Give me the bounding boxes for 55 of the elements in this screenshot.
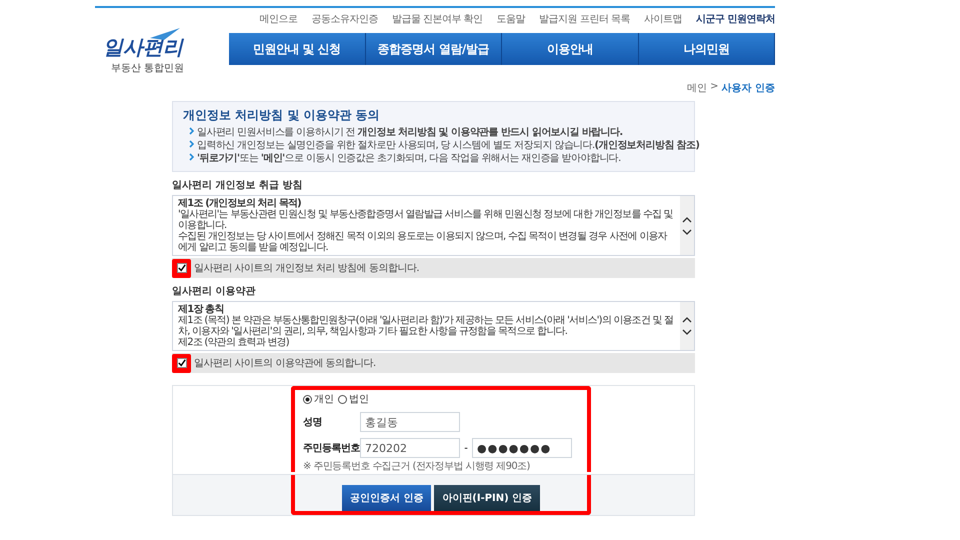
terms-text: 수집된 개인정보는 당 사이트에서 정해진 목적 이외의 용도로는 이용되지 않으며, 수집 목적이 변경될 경우 사전에 이용자에게 알리고 동의를 받을 예정입니다.	[178, 231, 668, 253]
section-title: 일사편리 개인정보 취급 방침	[172, 179, 304, 192]
name-field[interactable]: 홍길동	[360, 412, 460, 432]
auth-button[interactable]: 아이핀(I-PIN) 인증	[434, 485, 540, 511]
id-number-field[interactable]: 720202	[360, 438, 460, 458]
section-title: 일사편리 이용약관	[172, 285, 256, 298]
paper-plane-icon	[150, 28, 180, 40]
nav-tab[interactable]: 이용안내	[502, 33, 638, 65]
utility-link[interactable]: 사이트맵	[644, 12, 682, 26]
field-label: 주민등록번호	[303, 442, 360, 455]
nav-tab[interactable]: 민원안내 및 신청	[229, 33, 366, 65]
terms-text-box[interactable]: 제1조 (개인정보의 처리 목적) '일사편리'는 부동산관련 민원신청 및 부동산종합증명서 열람발급 서비스를 위해 민원신청 정보에 대한 개인정보를 수집 및 이용합니다. 수집된 개인정보는 당 사이트에서 정해진 목적 이외의 용도로는 이용되지 않으며, 수집 목적이 변경될 경우 사전에 이용자에게 알리고 동의를 받을 예정입니다.	[172, 195, 695, 256]
terms-text-box[interactable]: 제1장 총칙 제1조 (목적) 본 약관은 부동산통합민원창구(아래 '일사편리라 함)'가 제공하는 모든 서비스(아래 '서비스')의 이용조건 및 절차, 이용자와 '일사편리'의 권리, 의무, 책임사항과 기타 필요한 사항을 규정함을 목적으로 합니다. 제2조 (약관의 효력과 변경)	[172, 301, 695, 351]
terms-text: '일사편리'는 부동산관련 민원신청 및 부동산종합증명서 열람발급 서비스를 위해 민원신청 정보에 대한 개인정보를 수집 및 이용합니다.	[178, 209, 674, 231]
terms-heading: 제1조 (개인정보의 처리 목적)	[178, 198, 302, 209]
scroll-down-icon	[682, 228, 692, 234]
checkmark-icon	[178, 264, 186, 272]
scroll-up-icon	[682, 317, 692, 323]
nav-tab[interactable]: 종합증명서 열람/발급	[366, 33, 502, 65]
scroll-down-icon	[682, 329, 692, 335]
breadcrumb-current: 사용자 인증	[722, 82, 775, 95]
agree-label: 일사편리 사이트의 개인정보 처리 방침에 동의합니다.	[194, 262, 420, 275]
scrollbar[interactable]	[680, 196, 694, 255]
agree-label: 일사편리 사이트의 이용약관에 동의합니다.	[194, 357, 376, 370]
utility-link[interactable]: 발급지원 프린터 목록	[539, 12, 630, 26]
checkbox[interactable]	[176, 263, 186, 273]
checkmark-icon	[178, 359, 186, 367]
logo-text: 일사편리	[103, 34, 185, 61]
id-number-back-field[interactable]: ●●●●●●●	[472, 438, 572, 458]
nav-tab[interactable]: 나의민원	[638, 33, 775, 65]
utility-link[interactable]: 도움말	[496, 12, 526, 26]
note-text: ※ 주민등록번호 수집근거 (전자정부법 시행령 제90조)	[303, 460, 531, 473]
radio-button[interactable]: 개인	[303, 392, 334, 406]
scrollbar[interactable]	[680, 302, 694, 350]
utility-link[interactable]: 시군구 민원연락처	[696, 12, 775, 26]
utility-link[interactable]: 발급물 진본여부 확인	[392, 12, 483, 26]
site-logo[interactable]: 일사편리 부동산 통합민원	[95, 8, 229, 75]
utility-link[interactable]: 메인으로	[259, 12, 298, 26]
utility-link[interactable]: 공동소유자인증	[311, 12, 378, 26]
dash-separator: -	[463, 442, 469, 454]
checkbox[interactable]	[176, 358, 186, 368]
terms-heading: 제1장 총칙	[178, 304, 225, 315]
breadcrumb-separator: >	[710, 81, 719, 94]
terms-text: 제2조 (약관의 효력과 변경)	[178, 337, 290, 348]
notice-text: '뒤로가기'또는 '메인'으로 이동시 인증값은 초기화되며, 다음 작업을 위해서는 재인증을 받아야합니다.	[197, 153, 621, 164]
notice-text: 일사편리 민원서비스를 이용하시기 전 개인정보 처리방침 및 이용약관를 반드시 읽어보시길 바랍니다.	[197, 127, 623, 138]
notice-text: 입력하신 개인정보는 실명인증을 위한 절차로만 사용되며, 당 시스템에 별도 저장되지 않습니다.(개인정보처리방침 참조)	[197, 140, 700, 151]
scroll-up-icon	[682, 216, 692, 222]
terms-text: 제1조 (목적) 본 약관은 부동산통합민원창구(아래 '일사편리라 함)'가 제공하는 모든 서비스(아래 '서비스')의 이용조건 및 절차, 이용자와 '일사편리'의 권리, 의무, 책임사항과 기타 필요한 사항을 규정함을 목적으로 합니다.	[178, 315, 674, 337]
field-label: 성명	[303, 416, 323, 429]
auth-button[interactable]: 공인인증서 인증	[342, 485, 432, 511]
notice-title: 개인정보 처리방침 및 이용약관 동의	[183, 107, 381, 124]
radio-button[interactable]: 법인	[338, 392, 369, 406]
breadcrumb-link[interactable]: 메인	[687, 81, 708, 95]
logo-subtitle: 부동산 통합민원	[111, 62, 186, 75]
